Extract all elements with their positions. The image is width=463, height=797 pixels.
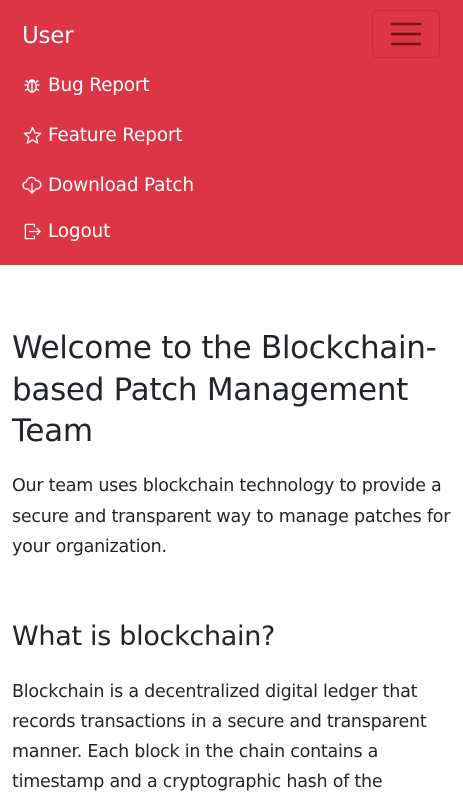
nav-item-download-patch[interactable]: Download Patch [22, 170, 194, 200]
nav-item-label: Feature Report [48, 124, 183, 146]
welcome-heading: Welcome to the Blockchain-based Patch Ma… [12, 330, 437, 449]
nav-item-feature-report[interactable]: Feature Report [22, 120, 183, 150]
intro-paragraph: Our team uses blockchain technology to p… [12, 476, 451, 557]
hamburger-menu-icon [390, 21, 422, 47]
nav-item-label: Bug Report [48, 74, 150, 96]
navbar: User Bug Report Feature Report Download … [0, 0, 463, 265]
star-icon [22, 125, 42, 145]
cloud-download-icon [22, 175, 42, 195]
navbar-toggle-button[interactable] [372, 10, 440, 58]
logout-icon [22, 221, 42, 241]
navbar-brand[interactable]: User [22, 20, 74, 52]
bug-icon [22, 75, 42, 95]
blockchain-section-text: Blockchain is a decentralized digital le… [12, 682, 427, 792]
nav-item-label: Logout [48, 220, 111, 242]
nav-item-bug-report[interactable]: Bug Report [22, 70, 150, 100]
nav-item-label: Download Patch [48, 174, 194, 196]
blockchain-section-heading: What is blockchain? [12, 621, 276, 652]
nav-item-logout[interactable]: Logout [22, 216, 110, 246]
